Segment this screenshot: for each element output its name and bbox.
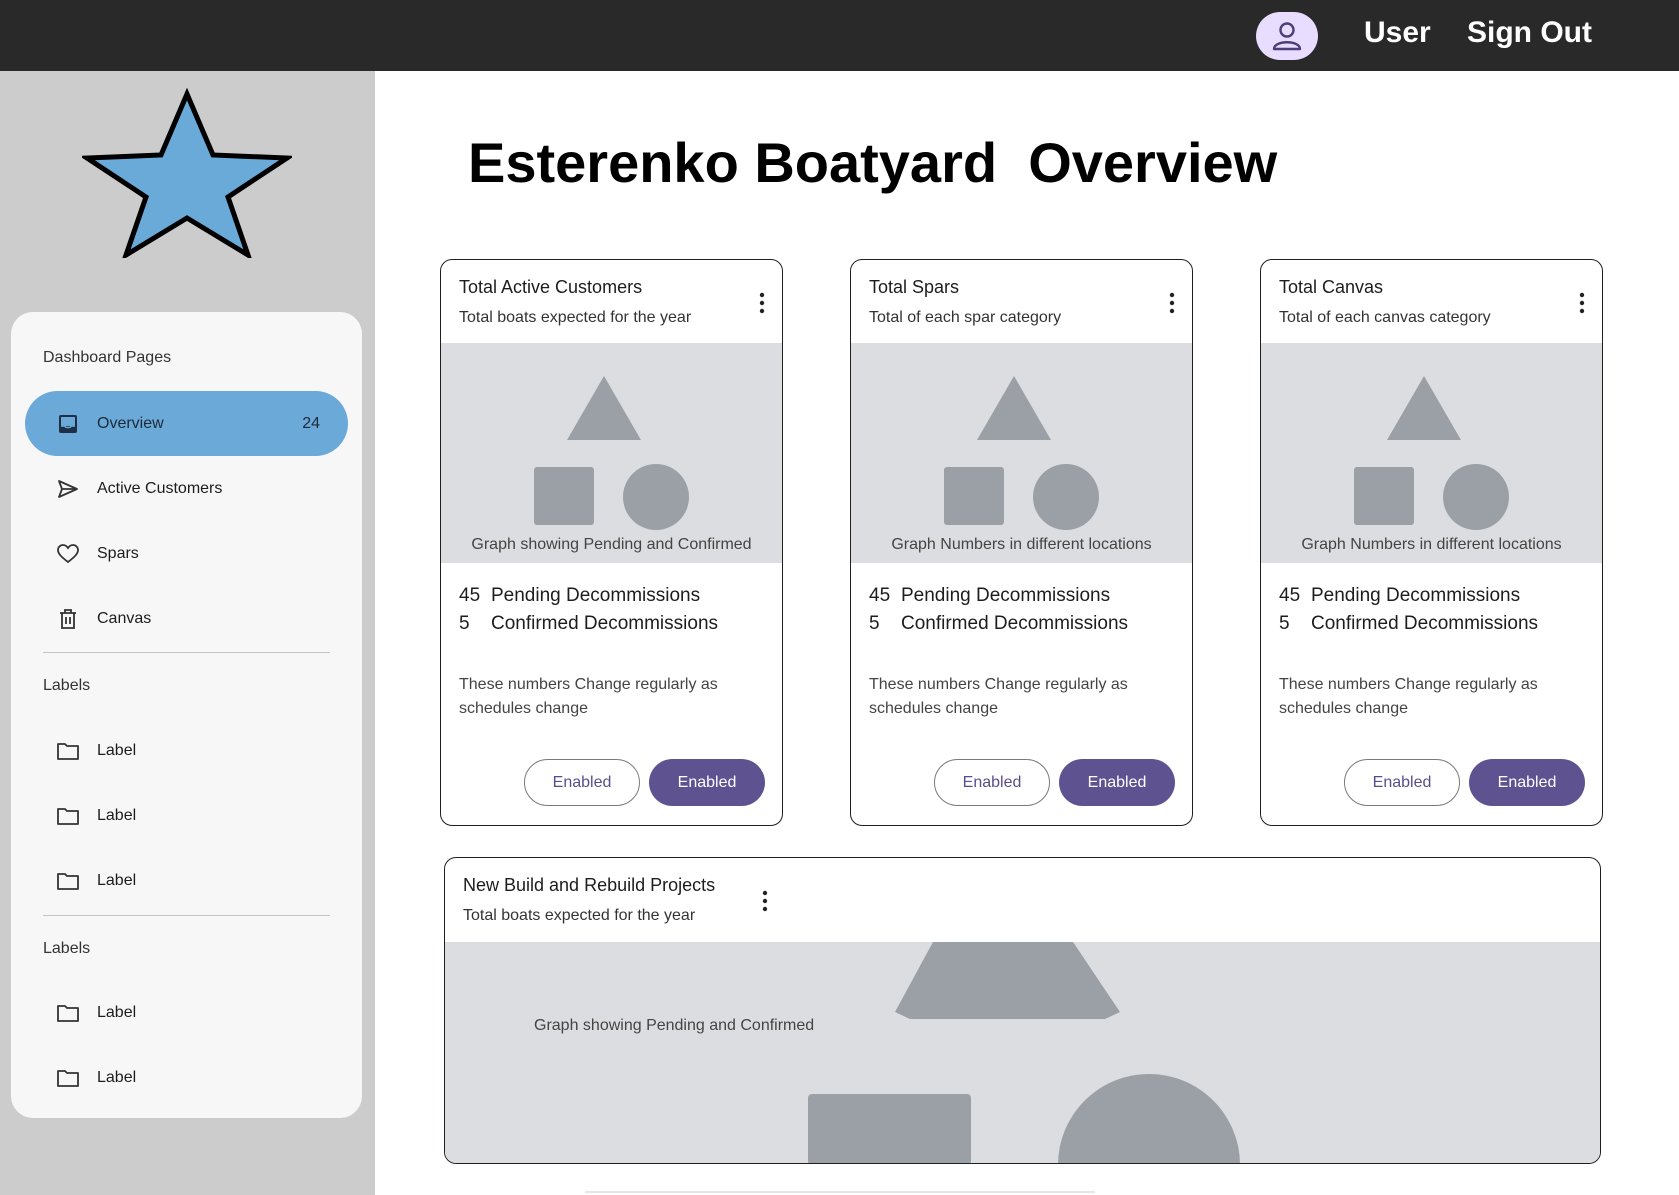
stat-label: Confirmed Decommissions	[901, 613, 1129, 634]
navigation-drawer: Dashboard Pages Overview 24 Active Custo…	[11, 312, 362, 1118]
star-icon	[82, 88, 292, 258]
top-app-bar: User Sign Out	[0, 0, 1679, 71]
user-link[interactable]: User	[1364, 16, 1431, 50]
media-placeholder: Graph Numbers in different locations	[1261, 343, 1602, 563]
sidebar-item-label: Label	[97, 741, 137, 759]
stat-pending: 45 Pending Decommissions	[869, 585, 1110, 607]
media-caption: Graph Numbers in different locations	[891, 536, 1152, 553]
sign-out-link[interactable]: Sign Out	[1467, 16, 1592, 50]
more-vert-icon[interactable]	[1578, 292, 1586, 314]
media-placeholder: Graph showing Pending and Confirmed	[445, 942, 1600, 1163]
card-note: These numbers Change regularly as schedu…	[459, 676, 718, 717]
stat-label: Pending Decommissions	[1311, 585, 1521, 606]
labels-section-title: Labels	[43, 940, 91, 957]
sidebar-item-label-2[interactable]: Label	[25, 783, 348, 848]
sidebar-item-label: Label	[97, 1068, 137, 1086]
nav-section-title: Dashboard Pages	[43, 349, 172, 366]
send-icon	[55, 476, 81, 502]
divider	[43, 652, 330, 653]
card-active-customers: Total Active Customers Total boats expec…	[440, 259, 783, 826]
placeholder-shapes-icon	[534, 376, 689, 530]
card-note: These numbers Change regularly as schedu…	[869, 676, 1128, 717]
enabled-filled-button[interactable]: Enabled	[1469, 759, 1585, 806]
sidebar-item-spars[interactable]: Spars	[25, 521, 348, 586]
placeholder-shapes-icon	[1354, 376, 1509, 530]
sidebar-item-label: Overview	[97, 414, 164, 432]
sidebar-item-active-customers[interactable]: Active Customers	[25, 456, 348, 521]
stat-pending: 45 Pending Decommissions	[459, 585, 700, 607]
person-icon	[1272, 22, 1302, 51]
stat-confirmed: 5 Confirmed Decommissions	[1279, 613, 1538, 635]
card-title: New Build and Rebuild Projects	[463, 875, 716, 895]
divider	[43, 915, 330, 916]
folder-icon	[55, 738, 81, 764]
stat-label: Pending Decommissions	[901, 585, 1111, 606]
user-avatar[interactable]	[1256, 12, 1318, 60]
folder-icon	[55, 1000, 81, 1026]
card-subtitle: Total boats expected for the year	[463, 907, 696, 924]
sidebar-item-canvas[interactable]: Canvas	[25, 586, 348, 651]
stat-confirmed: 5 Confirmed Decommissions	[459, 613, 718, 635]
sidebar-item-label-1[interactable]: Label	[25, 718, 348, 783]
stat-label: Confirmed Decommissions	[1311, 613, 1539, 634]
card-spars: Total Spars Total of each spar category …	[850, 259, 1193, 826]
card-new-build-projects: New Build and Rebuild Projects Total boa…	[444, 857, 1601, 1164]
stat-value: 45	[1279, 585, 1301, 606]
stat-value: 45	[459, 585, 481, 606]
sidebar-item-label: Label	[97, 806, 137, 824]
trash-icon	[55, 606, 81, 632]
stat-value: 5	[869, 613, 880, 634]
card-title: Total Canvas	[1279, 277, 1384, 297]
sidebar-item-label: Active Customers	[97, 479, 223, 497]
more-vert-icon[interactable]	[761, 890, 769, 912]
stat-value: 5	[459, 613, 470, 634]
media-placeholder: Graph Numbers in different locations	[851, 343, 1192, 563]
stat-pending: 45 Pending Decommissions	[1279, 585, 1520, 607]
sidebar-item-label-4[interactable]: Label	[25, 980, 348, 1045]
stat-value: 5	[1279, 613, 1290, 634]
card-title: Total Spars	[869, 277, 960, 297]
more-vert-icon[interactable]	[1168, 292, 1176, 314]
placeholder-shapes-icon	[808, 942, 1240, 1163]
enabled-filled-button[interactable]: Enabled	[649, 759, 765, 806]
placeholder-shapes-icon	[944, 376, 1099, 530]
sidebar-item-label: Canvas	[97, 609, 152, 627]
sidebar-item-label-3[interactable]: Label	[25, 848, 348, 913]
enabled-outline-button[interactable]: Enabled	[1344, 759, 1460, 806]
count-badge: 24	[302, 414, 320, 432]
media-caption: Graph showing Pending and Confirmed	[471, 536, 752, 553]
heart-icon	[55, 541, 81, 567]
stat-confirmed: 5 Confirmed Decommissions	[869, 613, 1128, 635]
card-canvas: Total Canvas Total of each canvas catego…	[1260, 259, 1603, 826]
card-subtitle: Total of each spar category	[869, 309, 1062, 326]
stat-label: Confirmed Decommissions	[491, 613, 719, 634]
sidebar-item-overview[interactable]: Overview 24	[25, 391, 348, 456]
media-caption: Graph Numbers in different locations	[1301, 536, 1562, 553]
divider	[585, 1191, 1095, 1193]
media-placeholder: Graph showing Pending and Confirmed	[441, 343, 782, 563]
more-vert-icon[interactable]	[758, 292, 766, 314]
sidebar-item-label: Label	[97, 871, 137, 889]
sidebar-item-label-5[interactable]: Label	[25, 1045, 348, 1110]
media-caption: Graph showing Pending and Confirmed	[534, 1017, 815, 1034]
labels-section-title: Labels	[43, 677, 91, 694]
card-subtitle: Total boats expected for the year	[459, 309, 692, 326]
stat-label: Pending Decommissions	[491, 585, 701, 606]
sidebar-item-label: Spars	[97, 544, 139, 562]
page-title: Esterenko Boatyard Overview	[468, 131, 1278, 194]
card-note: These numbers Change regularly as schedu…	[1279, 676, 1538, 717]
sidebar-item-label: Label	[97, 1003, 137, 1021]
card-subtitle: Total of each canvas category	[1279, 309, 1491, 326]
enabled-outline-button[interactable]: Enabled	[934, 759, 1050, 806]
card-title: Total Active Customers	[459, 277, 643, 297]
folder-icon	[55, 803, 81, 829]
folder-icon	[55, 868, 81, 894]
enabled-filled-button[interactable]: Enabled	[1059, 759, 1175, 806]
enabled-outline-button[interactable]: Enabled	[524, 759, 640, 806]
folder-icon	[55, 1065, 81, 1091]
stat-value: 45	[869, 585, 891, 606]
inbox-icon	[55, 411, 81, 437]
